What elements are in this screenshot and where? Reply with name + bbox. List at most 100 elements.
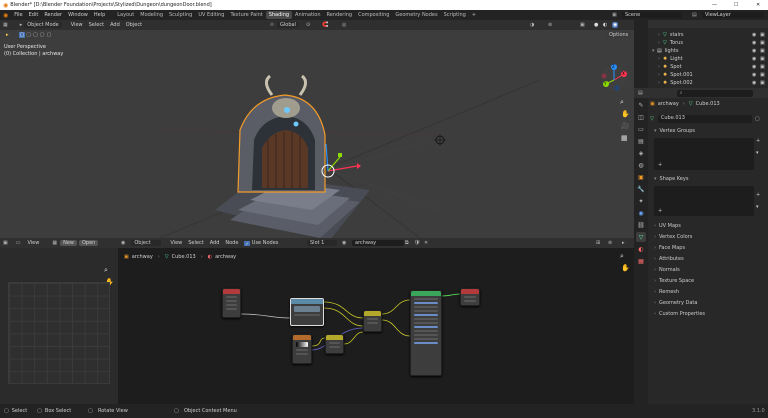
panel-collapsed[interactable]: › Vertex Colors	[650, 231, 766, 242]
shading-rendered-icon[interactable]: ◉	[612, 22, 619, 28]
select-mode-invert-icon[interactable]: ▢	[39, 32, 46, 38]
menu-file[interactable]: File	[11, 12, 25, 18]
viewport-3d[interactable]: ▦ ▸ Object Mode View Select Add Object ⟐…	[0, 20, 634, 238]
outliner-item[interactable]: › ✹ Spot.001 ◉ ▣	[648, 71, 768, 79]
image-texture-node[interactable]	[290, 298, 324, 326]
close-button[interactable]: ✕	[756, 2, 760, 8]
eye-icon[interactable]: ◉	[752, 80, 756, 86]
panel-collapsed[interactable]: › Texture Space	[650, 275, 766, 286]
eye-icon[interactable]: ◉	[752, 40, 756, 46]
camera-view-icon[interactable]: 🎥	[621, 122, 630, 130]
add-workspace-button[interactable]: +	[469, 11, 479, 19]
tab-modeling[interactable]: Modeling	[137, 11, 166, 19]
material-tab-icon[interactable]: ◐	[636, 244, 646, 254]
eye-icon[interactable]: ◉	[752, 56, 756, 62]
visibility-icon[interactable]: ◑	[530, 22, 534, 28]
eye-icon[interactable]: ◉	[752, 48, 756, 54]
eye-icon[interactable]: ◉	[752, 72, 756, 78]
camera-icon[interactable]: ▣	[760, 64, 765, 70]
view-layer-selector[interactable]: ViewLayer	[702, 12, 764, 18]
outliner-item[interactable]: › ✹ Spot.002 ◉ ▣	[648, 79, 768, 87]
tab-scripting[interactable]: Scripting	[441, 11, 469, 19]
add-shape-key-icon[interactable]: +	[658, 208, 662, 214]
output-tab-icon[interactable]: ▭	[636, 124, 646, 134]
texture-tab-icon[interactable]: ▦	[636, 256, 646, 266]
viewport-menu-view[interactable]: View	[68, 22, 86, 28]
vertex-groups-list[interactable]: +	[654, 138, 754, 170]
render-tab-icon[interactable]: ◫	[636, 112, 646, 122]
physics-tab-icon[interactable]: ◉	[636, 208, 646, 218]
tool-tab-icon[interactable]: ✎	[636, 100, 646, 110]
view-layer-tab-icon[interactable]: ▤	[636, 136, 646, 146]
snap-icon[interactable]: 🧲	[322, 22, 328, 28]
panel-collapsed[interactable]: › Custom Properties	[650, 308, 766, 319]
panel-collapsed[interactable]: › Geometry Data	[650, 297, 766, 308]
camera-icon[interactable]: ▣	[760, 80, 765, 86]
panel-shape-keys[interactable]: ▾ Shape Keys	[650, 174, 766, 184]
panel-vertex-groups[interactable]: ▾ Vertex Groups	[650, 126, 766, 136]
camera-icon[interactable]: ▣	[760, 40, 765, 46]
object-tab-icon[interactable]: ▣	[636, 172, 646, 182]
select-mode-subtract-icon[interactable]: ▢	[32, 32, 39, 38]
outliner-item[interactable]: › ✹ Light ◉ ▣	[648, 55, 768, 63]
image-editor-type-icon[interactable]: ▣	[3, 240, 8, 246]
camera-icon[interactable]: ▣	[760, 48, 765, 54]
tab-compositing[interactable]: Compositing	[355, 11, 392, 19]
panel-collapsed[interactable]: › UV Maps	[650, 220, 766, 231]
editor-type-icon[interactable]: ▦	[3, 22, 8, 28]
camera-icon[interactable]: ▣	[760, 56, 765, 62]
color-ramp-node[interactable]	[292, 334, 312, 364]
vertex-group-add-button[interactable]: +	[756, 138, 760, 144]
tab-shading[interactable]: Shading	[265, 11, 293, 19]
proportional-icon[interactable]: ◎	[342, 22, 346, 28]
camera-icon[interactable]: ▣	[760, 72, 765, 78]
modifier-tab-icon[interactable]: 🔧	[636, 184, 646, 194]
pin-icon[interactable]: ▢	[755, 116, 760, 122]
options-dropdown[interactable]: Options	[606, 32, 632, 38]
add-vertex-group-icon[interactable]: +	[658, 162, 662, 168]
tab-uv-editing[interactable]: UV Editing	[195, 11, 227, 19]
texture-coordinate-node[interactable]	[222, 288, 241, 318]
orientation-selector[interactable]: Global	[277, 22, 299, 28]
shading-material-icon[interactable]: ◐	[603, 22, 607, 28]
camera-icon[interactable]: ▣	[760, 32, 765, 38]
ortho-toggle-icon[interactable]: ▦	[621, 134, 628, 142]
properties-editor-icon[interactable]: ▤	[638, 90, 643, 96]
panel-collapsed[interactable]: › Face Maps	[650, 242, 766, 253]
blender-menu-icon[interactable]: ◉	[3, 12, 8, 19]
eye-icon[interactable]: ◉	[752, 64, 756, 70]
tab-sculpting[interactable]: Sculpting	[166, 11, 195, 19]
image-zoom-icon[interactable]: ⌕	[104, 266, 108, 275]
shading-solid-icon[interactable]: ●	[594, 22, 598, 28]
image-mode-icon[interactable]: ▭	[16, 240, 21, 246]
image-menu-view[interactable]: View	[24, 240, 42, 246]
principled-bsdf-node[interactable]	[410, 290, 442, 376]
shape-keys-list[interactable]: +	[654, 186, 754, 216]
viewport-menu-select[interactable]: Select	[86, 22, 107, 28]
material-output-node[interactable]	[460, 288, 480, 306]
image-editor[interactable]: ▣ ▭ View ▦ New Open ⌕ ✋	[0, 238, 118, 404]
outliner-item[interactable]: › ✹ Spot ◉ ▣	[648, 63, 768, 71]
vertex-group-expand-icon[interactable]: ▾	[756, 150, 759, 156]
maximize-button[interactable]: ☐	[734, 2, 738, 8]
mode-selector[interactable]: Object Mode	[24, 22, 62, 28]
shape-key-add-button[interactable]: +	[756, 192, 760, 198]
constraints-tab-icon[interactable]: ⛓	[636, 220, 646, 230]
node-editor[interactable]: ◉ Object View Select Add Node ✓ Use Node…	[118, 238, 634, 404]
select-mode-extend-icon[interactable]: ▢	[25, 32, 32, 38]
data-tab-icon[interactable]: ▽	[636, 232, 646, 242]
pan-hand-icon[interactable]: ✋	[621, 110, 630, 118]
viewport-menu-add[interactable]: Add	[107, 22, 123, 28]
viewport-menu-object[interactable]: Object	[123, 22, 145, 28]
menu-render[interactable]: Render	[41, 12, 65, 18]
pivot-icon[interactable]: ⊙	[306, 22, 310, 28]
tool-icon[interactable]: ▸	[6, 32, 9, 38]
panel-collapsed[interactable]: › Normals	[650, 264, 766, 275]
image-browse-icon[interactable]: ▦	[52, 240, 57, 246]
open-image-button[interactable]: Open	[78, 240, 99, 246]
tab-texture-paint[interactable]: Texture Paint	[227, 11, 265, 19]
outliner-item[interactable]: › ▽ stairs ◉ ▣	[648, 31, 768, 39]
mesh-name-field[interactable]: Cube.013	[657, 114, 752, 123]
shape-key-expand-icon[interactable]: ▾	[756, 204, 759, 210]
xray-icon[interactable]: ▣	[580, 22, 585, 28]
